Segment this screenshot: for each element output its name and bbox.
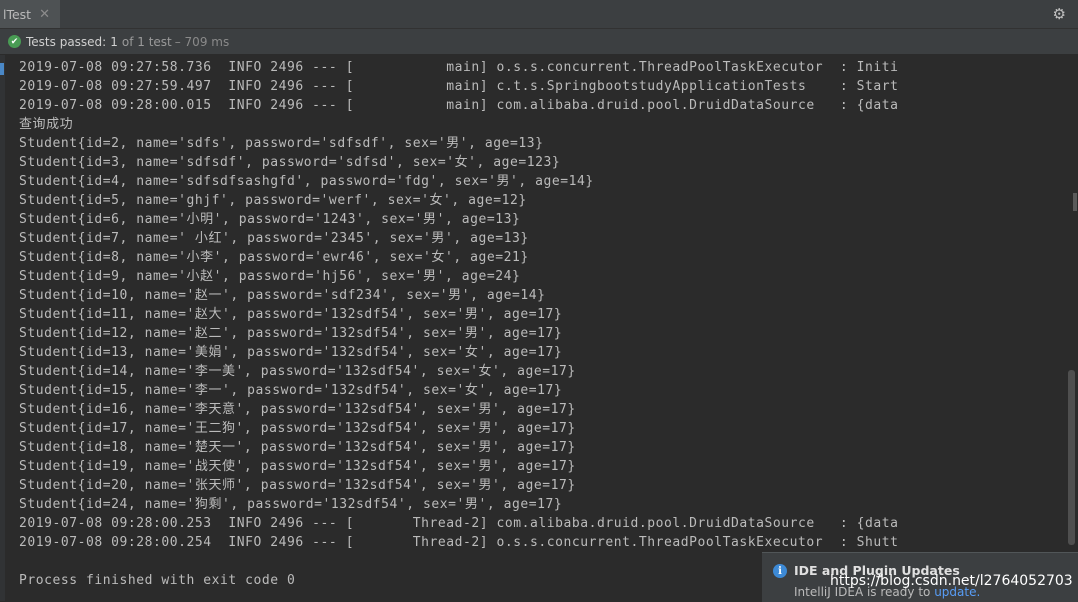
status-count: 1 [110, 34, 118, 49]
gutter-marker [0, 63, 4, 75]
console-line: Student{id=2, name='sdfs', password='sdf… [19, 136, 544, 151]
status-total: of 1 test [121, 34, 172, 49]
scrollbar-marker [1073, 193, 1077, 211]
info-icon: i [773, 564, 787, 578]
console-line: Student{id=13, name='美娟', password='132s… [19, 345, 563, 360]
console-line: Process finished with exit code 0 [19, 573, 296, 588]
tab-bar: lTest ✕ ⚙ [0, 0, 1078, 29]
console-line: Student{id=10, name='赵一', password='sdf2… [19, 288, 546, 303]
console-line: 2019-07-08 09:27:58.736 INFO 2496 --- [ … [19, 60, 899, 75]
status-time: – 709 ms [174, 34, 230, 49]
console-line: Student{id=3, name='sdfsdf', password='s… [19, 155, 561, 170]
console-line: Student{id=17, name='王二狗', password='132… [19, 421, 576, 436]
console-output[interactable]: 2019-07-08 09:27:58.736 INFO 2496 --- [ … [5, 55, 1065, 601]
close-icon[interactable]: ✕ [39, 7, 50, 22]
console-line: Student{id=14, name='李一美', password='132… [19, 364, 576, 379]
console-line: Student{id=6, name='小明', password='1243'… [19, 212, 521, 227]
console-line: Student{id=18, name='楚天一', password='132… [19, 440, 576, 455]
console-line: 2019-07-08 09:28:00.253 INFO 2496 --- [ … [19, 516, 899, 531]
console-line: Student{id=15, name='李一', password='132s… [19, 383, 563, 398]
scrollbar-thumb[interactable] [1068, 370, 1075, 545]
console-line: 2019-07-08 09:27:59.497 INFO 2496 --- [ … [19, 79, 899, 94]
console-line: Student{id=7, name=' 小红', password='2345… [19, 231, 529, 246]
gear-icon[interactable]: ⚙ [1053, 5, 1066, 23]
console-line: Student{id=19, name='战天使', password='132… [19, 459, 576, 474]
status-label: Tests passed: [26, 34, 107, 49]
console-line: Student{id=12, name='赵二', password='132s… [19, 326, 563, 341]
tab-label: lTest [3, 6, 32, 22]
console-line: Student{id=11, name='赵大', password='132s… [19, 307, 563, 322]
console-line: Student{id=24, name='狗剩', password='132s… [19, 497, 563, 512]
console-line: Student{id=16, name='李天意', password='132… [19, 402, 576, 417]
console-line: 2019-07-08 09:28:00.254 INFO 2496 --- [ … [19, 535, 899, 550]
tab-test[interactable]: lTest ✕ [0, 0, 60, 28]
console-line: Student{id=5, name='ghjf', password='wer… [19, 193, 527, 208]
console-line: 2019-07-08 09:28:00.015 INFO 2496 --- [ … [19, 98, 899, 113]
watermark: https://blog.csdn.net/l2764052703 [830, 573, 1073, 589]
test-status-bar: ✔ Tests passed: 1 of 1 test – 709 ms [0, 29, 1078, 55]
check-icon: ✔ [8, 35, 21, 48]
console-line: Student{id=8, name='小李', password='ewr46… [19, 250, 529, 265]
console-line: Student{id=4, name='sdfsdfsashgfd', pass… [19, 174, 594, 189]
console-line: 查询成功 [19, 117, 74, 132]
console-line: Student{id=20, name='张天师', password='132… [19, 478, 576, 493]
console-line: Student{id=9, name='小赵', password='hj56'… [19, 269, 521, 284]
